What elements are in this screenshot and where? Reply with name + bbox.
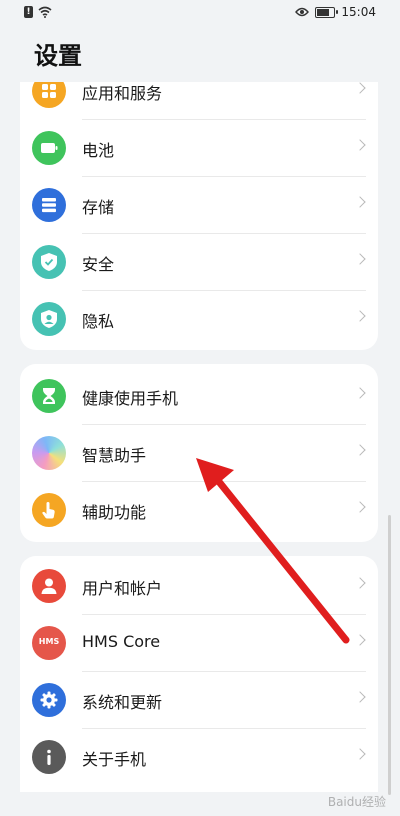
watermark: Baidu经验 [327, 795, 386, 809]
settings-group-2: 健康使用手机 智慧助手 辅助功能 [20, 364, 378, 542]
settings-item-label: 智慧助手 [82, 446, 147, 465]
settings-group-1: 应用和服务 电池 存储 安全 隐私 [20, 82, 378, 350]
settings-item-label: 用户和帐户 [82, 579, 163, 598]
chevron-right-icon [354, 82, 366, 94]
chevron-right-icon [354, 748, 366, 760]
eye-icon [295, 7, 310, 17]
status-time: 15:04 [341, 5, 376, 19]
alert-icon: ! [24, 6, 33, 18]
settings-item-label: 健康使用手机 [82, 389, 179, 408]
shield-icon [32, 245, 66, 279]
accessibility-icon [32, 493, 66, 527]
settings-item-assistant[interactable]: 智慧助手 [20, 425, 378, 482]
chevron-right-icon [354, 634, 366, 646]
chevron-right-icon [354, 691, 366, 703]
gear-icon [32, 683, 66, 717]
hms-icon-text: HMS [38, 637, 60, 646]
hourglass-icon [32, 379, 66, 413]
assistant-icon [32, 436, 66, 470]
chevron-right-icon [354, 577, 366, 589]
settings-item-label: 关于手机 [82, 750, 147, 769]
settings-item-apps[interactable]: 应用和服务 [20, 82, 378, 120]
page-title: 设置 [34, 42, 82, 70]
battery-icon [315, 6, 339, 18]
apps-icon [32, 82, 66, 108]
settings-item-digital-balance[interactable]: 健康使用手机 [20, 368, 378, 425]
privacy-icon [32, 302, 66, 336]
chevron-right-icon [354, 253, 366, 265]
settings-item-label: 安全 [82, 255, 115, 274]
settings-item-label: 存储 [82, 198, 115, 217]
settings-item-hms-core[interactable]: HMS HMS Core [20, 615, 378, 672]
battery-icon [32, 131, 66, 165]
chevron-right-icon [354, 139, 366, 151]
status-bar: ! 15:04 [0, 0, 400, 28]
chevron-right-icon [354, 501, 366, 513]
wifi-icon [38, 6, 52, 18]
hms-icon: HMS [32, 626, 66, 660]
info-icon [32, 740, 66, 774]
settings-item-label: 应用和服务 [82, 84, 163, 103]
user-icon [32, 569, 66, 603]
chevron-right-icon [354, 387, 366, 399]
settings-item-accessibility[interactable]: 辅助功能 [20, 482, 378, 539]
scrollbar[interactable] [388, 515, 391, 795]
settings-item-label: HMS Core [82, 632, 161, 651]
chevron-right-icon [354, 444, 366, 456]
settings-item-label: 辅助功能 [82, 503, 147, 522]
chevron-right-icon [354, 196, 366, 208]
settings-item-storage[interactable]: 存储 [20, 177, 378, 234]
settings-item-battery[interactable]: 电池 [20, 120, 378, 177]
settings-item-label: 电池 [82, 141, 115, 160]
settings-item-security[interactable]: 安全 [20, 234, 378, 291]
settings-item-users[interactable]: 用户和帐户 [20, 558, 378, 615]
storage-icon [32, 188, 66, 222]
settings-item-label: 隐私 [82, 312, 115, 331]
settings-item-privacy[interactable]: 隐私 [20, 291, 378, 348]
settings-group-3: 用户和帐户 HMS HMS Core 系统和更新 关于手机 [20, 556, 378, 792]
settings-item-about-phone[interactable]: 关于手机 [20, 729, 378, 786]
settings-item-label: 系统和更新 [82, 693, 163, 712]
chevron-right-icon [354, 310, 366, 322]
settings-item-system-update[interactable]: 系统和更新 [20, 672, 378, 729]
